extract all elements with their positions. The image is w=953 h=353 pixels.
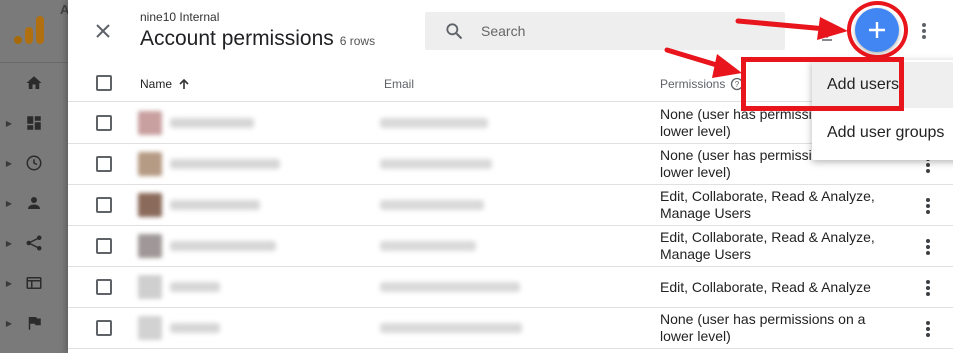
- row-checkbox[interactable]: [96, 156, 112, 172]
- permissions-line-2: Manage Users: [660, 246, 752, 262]
- user-name-redacted: [170, 118, 254, 128]
- table-row[interactable]: Edit, Collaborate, Read & Analyze, Manage…: [68, 185, 953, 226]
- person-icon: [24, 193, 44, 213]
- more-vert-icon: [926, 280, 930, 296]
- table-row[interactable]: Edit, Collaborate, Read & Analyze: [68, 267, 953, 308]
- table-row[interactable]: None (user has permissions on a lower lev…: [68, 308, 953, 349]
- column-header-name[interactable]: Name: [140, 77, 191, 91]
- more-vert-icon: [926, 239, 930, 255]
- column-header-permissions-label: Permissions: [660, 77, 726, 91]
- user-email-redacted: [380, 118, 488, 128]
- user-name-redacted: [170, 241, 276, 251]
- page-title: Account permissions 6 rows: [140, 27, 375, 51]
- column-header-name-label: Name: [140, 77, 173, 91]
- caret-right-icon: ▶: [5, 198, 12, 208]
- row-checkbox[interactable]: [96, 279, 112, 295]
- user-name-redacted: [170, 200, 260, 210]
- caret-right-icon: ▶: [5, 318, 12, 328]
- row-checkbox[interactable]: [96, 115, 112, 131]
- close-button[interactable]: [90, 18, 116, 44]
- user-email-redacted: [380, 200, 484, 210]
- annotation-highlight-box: [741, 57, 904, 111]
- user-email-redacted: [380, 323, 522, 333]
- row-checkbox[interactable]: [96, 197, 112, 213]
- row-more-options-button[interactable]: [918, 318, 938, 340]
- svg-text:?: ?: [735, 80, 740, 89]
- arrow-up-icon: [179, 78, 189, 89]
- permissions-line-1: Edit, Collaborate, Read & Analyze,: [660, 188, 875, 204]
- sidebar-item-acquisition[interactable]: ▶: [0, 223, 68, 263]
- avatar: [138, 316, 162, 340]
- more-vert-icon: [926, 198, 930, 214]
- avatar: [138, 152, 162, 176]
- permissions-line-2: lower level): [660, 164, 731, 180]
- row-more-options-button[interactable]: [918, 195, 938, 217]
- account-permissions-panel: nine10 Internal Account permissions 6 row…: [68, 0, 953, 353]
- search-icon: [443, 20, 465, 42]
- more-vert-icon: [922, 23, 926, 39]
- column-header-permissions[interactable]: Permissions ?: [660, 77, 744, 91]
- home-icon: [24, 73, 44, 93]
- sidebar-item-customization[interactable]: ▶: [0, 103, 68, 143]
- table-row[interactable]: Edit, Collaborate, Read & Analyze, Manage…: [68, 226, 953, 267]
- sidebar-item-home[interactable]: [0, 63, 68, 103]
- flag-icon: [24, 313, 44, 333]
- column-header-email[interactable]: Email: [384, 77, 414, 91]
- display-icon: [24, 273, 44, 293]
- caret-right-icon: ▶: [5, 158, 12, 168]
- close-icon: [96, 24, 110, 38]
- download-icon[interactable]: [820, 28, 834, 42]
- permissions-line-1: Edit, Collaborate, Read & Analyze: [660, 279, 871, 295]
- sidebar-item-behavior[interactable]: ▶: [0, 263, 68, 303]
- share-icon: [24, 233, 44, 253]
- avatar: [138, 193, 162, 217]
- sidebar-item-realtime[interactable]: ▶: [0, 143, 68, 183]
- menu-item-add-user-groups[interactable]: Add user groups: [812, 110, 953, 156]
- row-checkbox[interactable]: [96, 320, 112, 336]
- row-more-options-button[interactable]: [918, 277, 938, 299]
- avatar: [138, 111, 162, 135]
- sidebar: A ▶ ▶ ▶ ▶ ▶ ▶: [0, 0, 69, 353]
- dashboard-icon: [24, 113, 44, 133]
- more-vert-icon: [926, 321, 930, 337]
- user-name-redacted: [170, 159, 280, 169]
- select-all-checkbox[interactable]: [96, 75, 112, 91]
- avatar: [138, 234, 162, 258]
- permissions-cell: None (user has permissions on a lower lev…: [660, 311, 890, 345]
- permissions-line-1: Edit, Collaborate, Read & Analyze,: [660, 229, 875, 245]
- caret-right-icon: ▶: [5, 238, 12, 248]
- caret-right-icon: ▶: [5, 278, 12, 288]
- page-title-text: Account permissions: [140, 27, 334, 50]
- account-name: nine10 Internal: [140, 10, 220, 24]
- avatar: [138, 275, 162, 299]
- sidebar-item-audience[interactable]: ▶: [0, 183, 68, 223]
- row-count: 6 rows: [339, 34, 376, 48]
- permissions-line-1: None (user has permissions on a: [660, 311, 866, 327]
- row-checkbox[interactable]: [96, 238, 112, 254]
- more-options-button[interactable]: [914, 20, 934, 42]
- user-email-redacted: [380, 159, 492, 169]
- permissions-cell: Edit, Collaborate, Read & Analyze, Manage…: [660, 229, 890, 263]
- clock-icon: [24, 153, 44, 173]
- annotation-circle: [847, 1, 908, 59]
- user-email-redacted: [380, 241, 476, 251]
- permissions-line-2: Manage Users: [660, 205, 752, 221]
- permissions-cell: Edit, Collaborate, Read & Analyze, Manage…: [660, 188, 890, 222]
- sidebar-item-conversions[interactable]: ▶: [0, 303, 68, 343]
- user-name-redacted: [170, 323, 220, 333]
- user-name-redacted: [170, 282, 220, 292]
- user-email-redacted: [380, 282, 520, 292]
- permissions-line-2: lower level): [660, 328, 731, 344]
- search-bar[interactable]: [425, 12, 785, 50]
- row-more-options-button[interactable]: [918, 236, 938, 258]
- permissions-cell: Edit, Collaborate, Read & Analyze: [660, 279, 890, 296]
- search-input[interactable]: [481, 23, 761, 39]
- analytics-logo-icon: [14, 16, 44, 44]
- caret-right-icon: ▶: [5, 118, 12, 128]
